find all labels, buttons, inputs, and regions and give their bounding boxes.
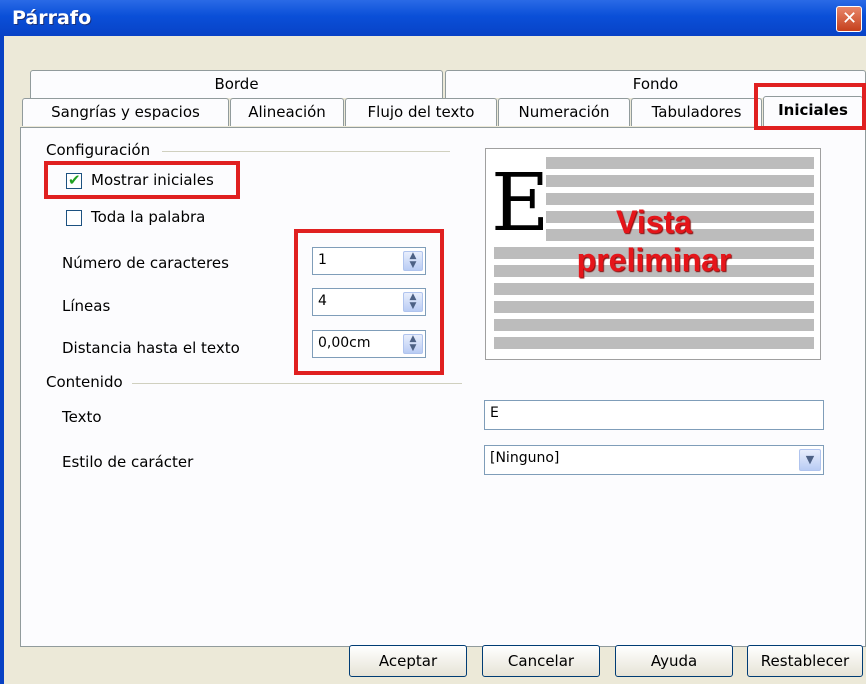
char-style-value: [Ninguno]	[490, 450, 560, 466]
title-bar: Párrafo ✕	[0, 0, 866, 36]
help-button[interactable]: Ayuda	[615, 645, 733, 677]
highlight-spinboxes	[294, 229, 444, 375]
distance-label: Distancia hasta el texto	[62, 339, 240, 357]
highlight-tab-iniciales	[754, 83, 866, 130]
tab-sangrias-espacios[interactable]: Sangrías y espacios	[22, 98, 229, 126]
preview-overlay-line2: preliminar	[576, 242, 732, 278]
group-label-configuracion: Configuración	[46, 141, 151, 159]
group-divider	[162, 151, 450, 152]
ok-button[interactable]: Aceptar	[349, 645, 467, 677]
preview-line	[546, 157, 814, 169]
preview-box: E Vista preliminar	[485, 148, 821, 360]
window-title: Párrafo	[12, 7, 92, 29]
close-button[interactable]: ✕	[836, 6, 862, 32]
text-input-value: E	[490, 405, 499, 421]
lines-label: Líneas	[62, 297, 111, 315]
preview-line	[494, 319, 814, 331]
highlight-show-initials	[44, 161, 240, 199]
group-label-contenido: Contenido	[46, 373, 123, 391]
close-icon: ✕	[842, 8, 858, 29]
whole-word-checkbox[interactable]	[66, 210, 82, 226]
text-label: Texto	[62, 408, 102, 426]
preview-overlay-text: Vista preliminar	[486, 203, 822, 279]
cancel-button[interactable]: Cancelar	[482, 645, 600, 677]
char-style-select[interactable]: [Ninguno] ▼	[484, 445, 824, 475]
char-style-label: Estilo de carácter	[62, 453, 194, 471]
preview-line	[546, 175, 814, 187]
whole-word-label: Toda la palabra	[91, 208, 206, 226]
preview-line	[494, 283, 814, 295]
tab-tabuladores[interactable]: Tabuladores	[631, 98, 762, 126]
window-frame-left	[0, 36, 4, 684]
tab-borde[interactable]: Borde	[30, 70, 443, 98]
tab-flujo-texto[interactable]: Flujo del texto	[345, 98, 497, 126]
tab-numeracion[interactable]: Numeración	[498, 98, 630, 126]
preview-line	[494, 337, 814, 349]
chevron-down-icon[interactable]: ▼	[799, 449, 821, 471]
tab-alineacion[interactable]: Alineación	[230, 98, 344, 126]
preview-overlay-line1: Vista	[616, 204, 692, 240]
num-chars-label: Número de caracteres	[62, 254, 229, 272]
group-divider	[132, 383, 462, 384]
reset-button[interactable]: Restablecer	[747, 645, 863, 677]
preview-line	[494, 301, 814, 313]
text-input[interactable]: E	[484, 400, 824, 430]
